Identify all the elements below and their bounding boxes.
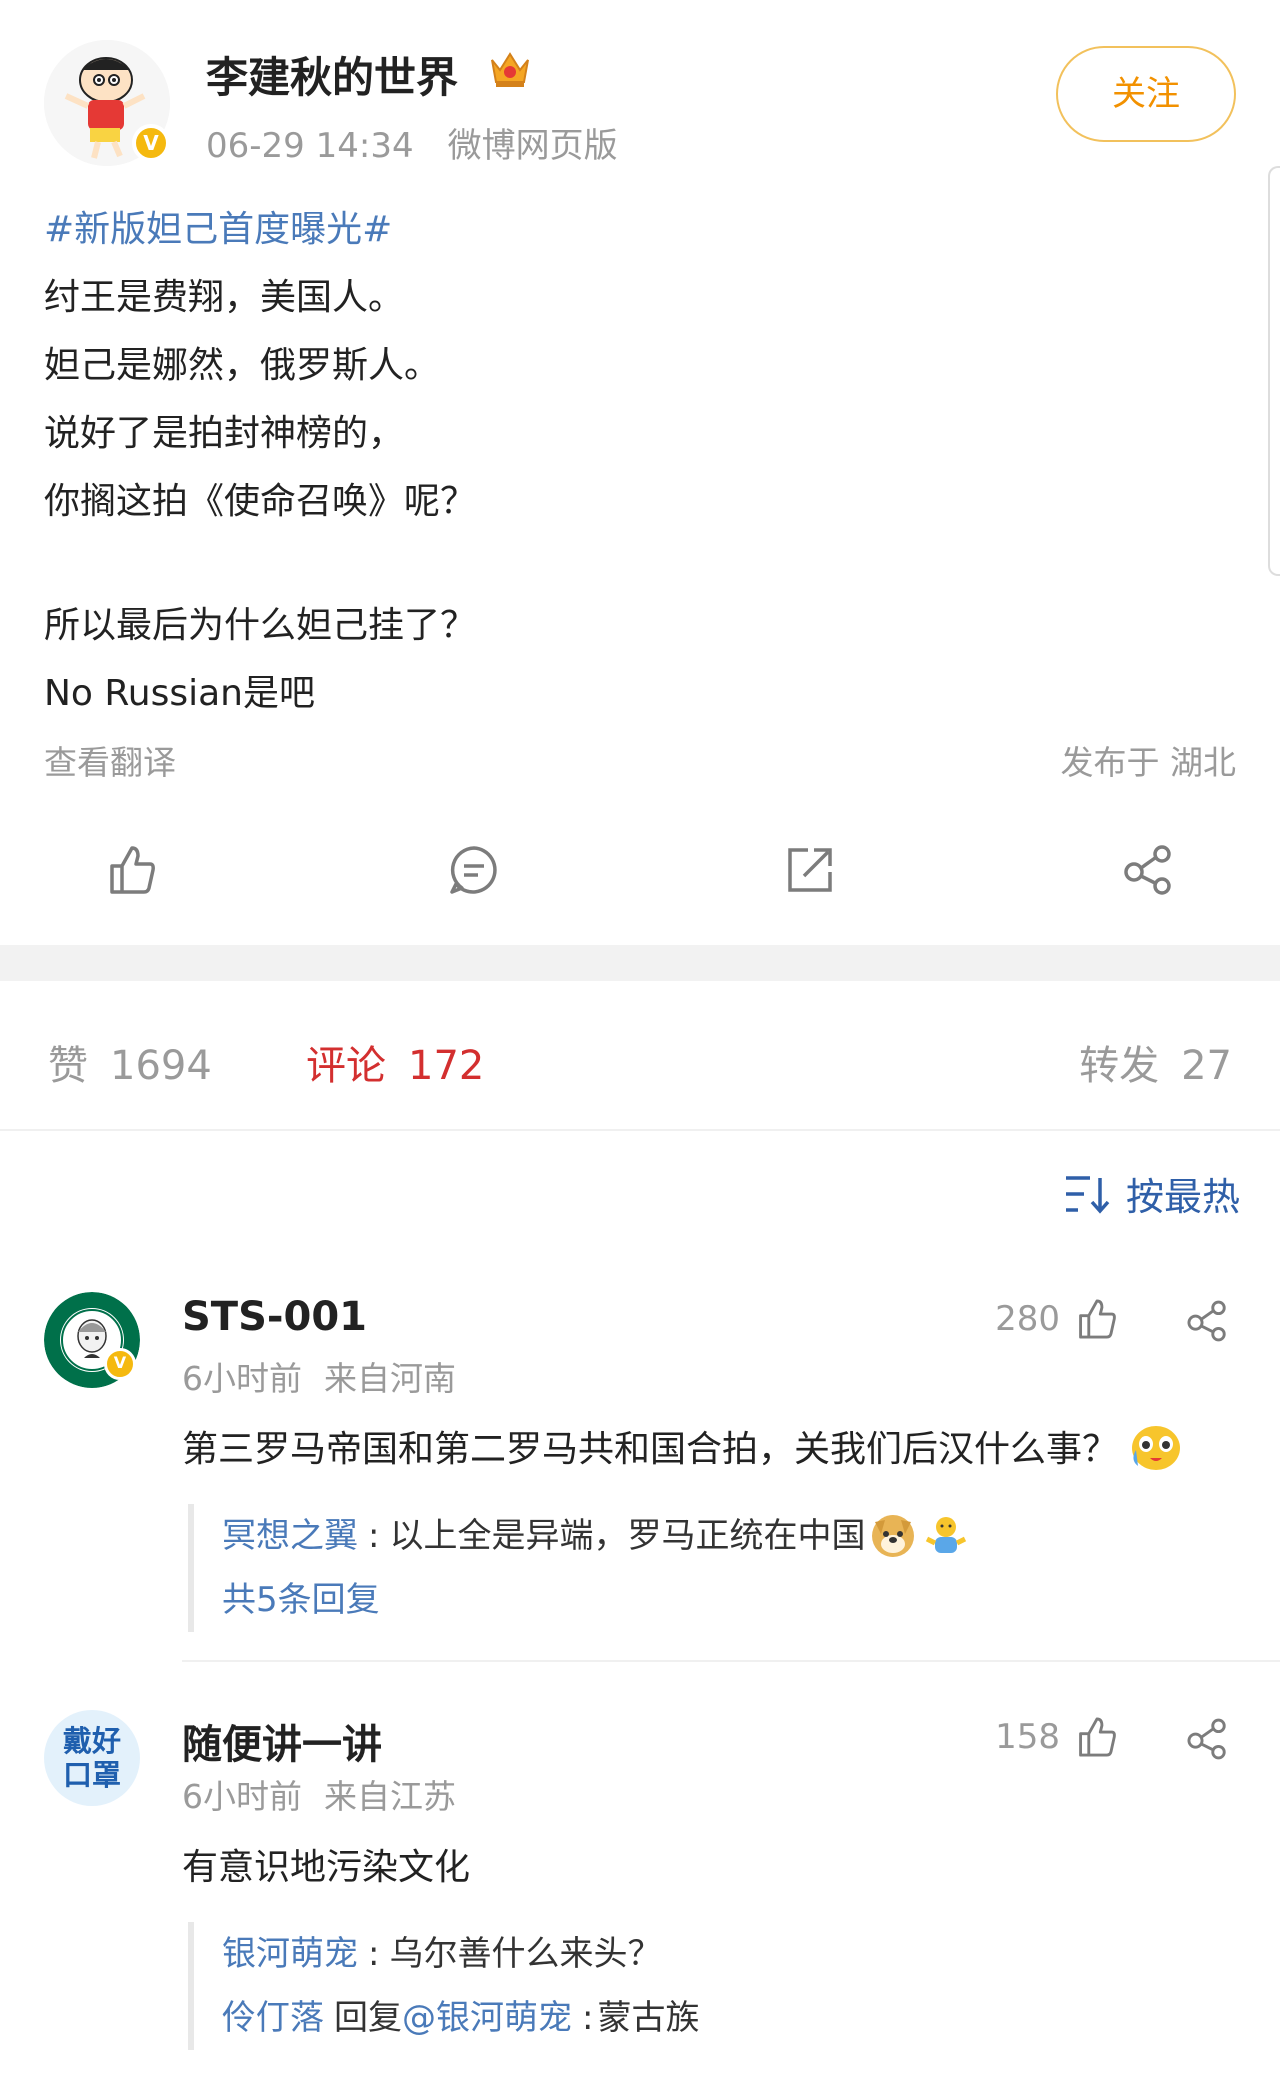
comment-share-button[interactable] (1184, 1298, 1230, 1348)
tab-reposts[interactable]: 转发 27 (1079, 1033, 1232, 1091)
comment-from: 来自河南 (324, 1359, 456, 1398)
verified-badge-icon: V (132, 124, 170, 162)
reply-username[interactable]: 伶仃落 (222, 1986, 324, 2050)
comment-button[interactable] (424, 820, 524, 920)
post-line: 妲己是娜然，俄罗斯人。 (44, 345, 441, 386)
post-line: No Russian是吧 (44, 673, 316, 714)
tab-comments-label: 评论 (306, 1043, 386, 1089)
reply-username[interactable]: 冥想之翼 (222, 1504, 358, 1568)
share-icon (1187, 1718, 1226, 1760)
post-line: 纣王是费翔，美国人。 (44, 277, 405, 318)
comment-text-body: 第三罗马帝国和第二罗马共和国合拍，关我们后汉什么事？ (182, 1429, 1119, 1470)
comment-like-count: 280 (995, 1299, 1060, 1339)
post-line: 说好了是拍封神榜的， (44, 413, 405, 454)
comment-item: 戴好 口罩 随便讲一讲 6小时前 来自江苏 158 有意识地污染文化 银河萌宠 :… (0, 1700, 1280, 2073)
tab-reposts-count: 27 (1181, 1043, 1232, 1089)
reply-item: 冥想之翼 : 以上全是异端，罗马正统在中国 (222, 1504, 969, 1568)
comment-icon (450, 846, 497, 894)
comment-like-button[interactable]: 280 (995, 1296, 1120, 1342)
post-meta: 06-29 14:34 微博网页版 (206, 118, 652, 167)
post-line: 你搁这拍《使命召唤》呢？ (44, 481, 477, 522)
post-body: #新版妲己首度曝光# 纣王是费翔，美国人。 妲己是娜然，俄罗斯人。 说好了是拍封… (44, 196, 1244, 728)
post-action-bar (0, 820, 1280, 920)
share-icon (1124, 845, 1171, 895)
post-time: 06-29 14:34 (206, 126, 414, 166)
comment-item: V STS-001 6小时前 来自河南 280 第三罗马帝国和第二罗马共和国合拍，… (0, 1282, 1280, 1662)
commenter-name[interactable]: 随便讲一讲 (182, 1712, 382, 1770)
hug-emoji-icon (926, 1517, 967, 1553)
comment-like-count: 158 (995, 1717, 1060, 1757)
commenter-name[interactable]: STS-001 (182, 1294, 367, 1340)
reply-separator: : (582, 1998, 594, 2038)
author-name[interactable]: 李建秋的世界 (206, 44, 458, 105)
comment-meta: 6小时前 来自河南 (182, 1352, 478, 1400)
comment-meta: 6小时前 来自江苏 (182, 1770, 478, 1818)
verified-badge-icon: V (104, 1348, 136, 1380)
comment-time: 6小时前 (182, 1777, 302, 1816)
post-location: 发布于 湖北 (1060, 743, 1237, 782)
post-source[interactable]: 微博网页版 (448, 126, 618, 166)
scrollbar-handle[interactable] (1268, 166, 1280, 576)
reply-username[interactable]: 银河萌宠 (222, 1922, 358, 1986)
share-icon (1187, 1300, 1226, 1342)
reply-separator: : (368, 1516, 380, 1556)
more-replies-link[interactable]: 共5条回复 (222, 1568, 969, 1632)
like-icon (110, 846, 155, 894)
tab-likes-label: 赞 (48, 1043, 88, 1089)
tab-comments[interactable]: 评论 172 (306, 1033, 484, 1091)
reply-item: 伶仃落 回复 @银河萌宠 : 蒙古族 (222, 1986, 699, 2050)
reply-keyword: 回复 (334, 1998, 402, 2038)
follow-button[interactable]: 关注 (1056, 46, 1236, 142)
comment-time: 6小时前 (182, 1359, 302, 1398)
topic-link[interactable]: #新版妲己首度曝光# (44, 196, 1244, 264)
tab-likes-count: 1694 (110, 1043, 212, 1089)
crying-face-emoji-icon (1132, 1426, 1181, 1470)
comment-share-button[interactable] (1184, 1716, 1230, 1766)
comment-text: 第三罗马帝国和第二罗马共和国合拍，关我们后汉什么事？ (182, 1420, 1184, 1472)
avatar-text-line: 口罩 (62, 1758, 121, 1792)
reply-box: 冥想之翼 : 以上全是异端，罗马正统在中国 共5条回复 (188, 1504, 969, 1632)
reply-item: 银河萌宠 : 乌尔善什么来头？ (222, 1922, 699, 1986)
comment-from: 来自江苏 (324, 1777, 456, 1816)
like-button[interactable] (82, 820, 182, 920)
doge-emoji-icon (872, 1515, 915, 1557)
comment-text: 有意识地污染文化 (182, 1847, 471, 1888)
sort-button[interactable]: 按最热 (1064, 1166, 1240, 1221)
repost-icon (788, 848, 832, 892)
commenter-avatar[interactable]: 戴好 口罩 (44, 1710, 140, 1806)
like-icon (1079, 1717, 1116, 1757)
tab-likes[interactable]: 赞 1694 (48, 1033, 212, 1091)
sort-label: 按最热 (1125, 1175, 1240, 1219)
tab-comments-count: 172 (408, 1043, 485, 1089)
sort-icon (1065, 1175, 1110, 1214)
post-line: 所以最后为什么妲己挂了？ (44, 605, 477, 646)
like-icon (1079, 1299, 1116, 1339)
reply-mention[interactable]: @银河萌宠 (402, 1986, 572, 2050)
crown-icon (488, 46, 532, 94)
reply-text: 蒙古族 (597, 1998, 700, 2038)
reply-text: 以上全是异端，罗马正统在中国 (389, 1516, 866, 1556)
section-divider (0, 945, 1280, 981)
interaction-tabs: 赞 1694 评论 172 转发 27 (0, 981, 1280, 1131)
avatar-text-line: 戴好 (62, 1724, 121, 1758)
repost-button[interactable] (760, 820, 860, 920)
reply-separator: : (368, 1934, 380, 1974)
comment-divider (182, 1660, 1280, 1662)
translate-link[interactable]: 查看翻译 (44, 736, 176, 784)
reply-box: 银河萌宠 : 乌尔善什么来头？ 伶仃落 回复 @银河萌宠 : 蒙古族 (188, 1922, 699, 2050)
weibo-post: V 李建秋的世界 06-29 14:34 微博网页版 关注 #新版妲己首度曝光# … (0, 0, 1280, 945)
comment-like-button[interactable]: 158 (995, 1714, 1120, 1760)
tab-reposts-label: 转发 (1079, 1043, 1160, 1089)
reply-text: 乌尔善什么来头？ (389, 1934, 662, 1974)
share-button[interactable] (1098, 820, 1198, 920)
